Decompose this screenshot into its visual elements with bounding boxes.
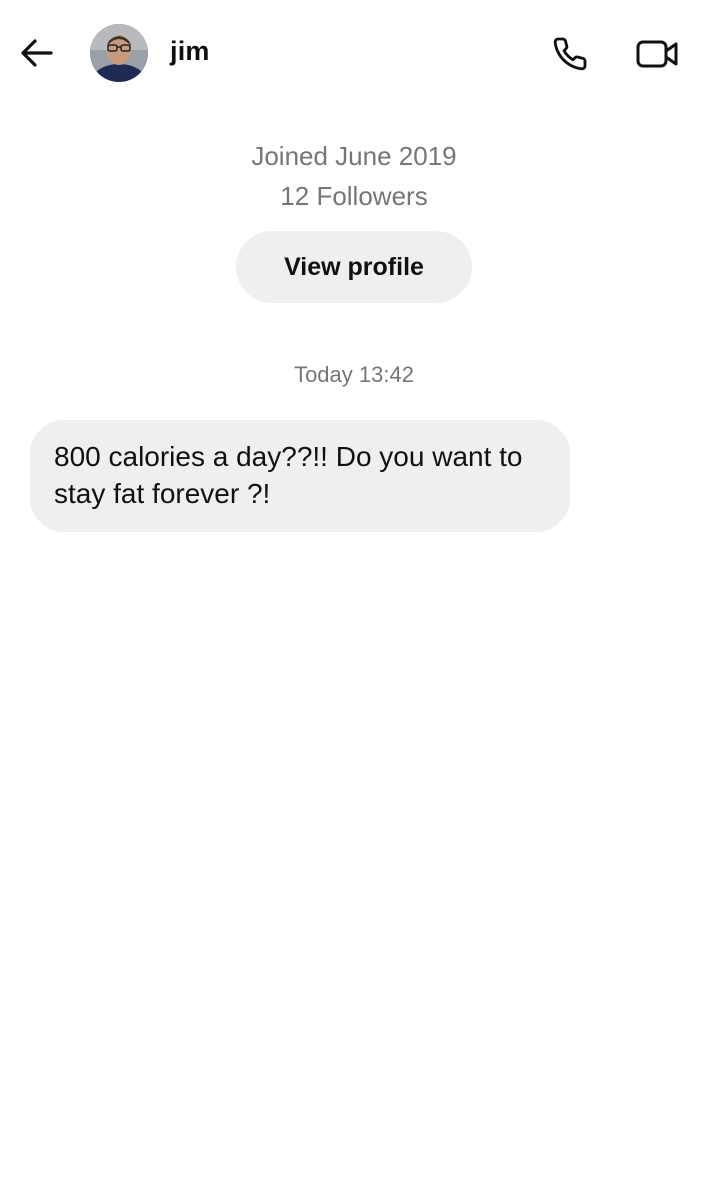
- message-bubble[interactable]: 800 calories a day??!! Do you want to st…: [30, 420, 570, 532]
- video-camera-icon: [636, 40, 678, 68]
- call-button[interactable]: [548, 32, 592, 76]
- arrow-left-icon: [21, 39, 53, 67]
- phone-icon: [553, 37, 587, 71]
- joined-date: Joined June 2019: [251, 141, 457, 171]
- avatar-photo: [90, 24, 148, 82]
- video-call-button[interactable]: [632, 32, 682, 76]
- followers-count: 12 Followers: [280, 181, 428, 211]
- chat-username[interactable]: jim: [170, 36, 210, 67]
- back-button[interactable]: [18, 34, 56, 72]
- view-profile-button[interactable]: View profile: [236, 231, 472, 303]
- message-timestamp: Today 13:42: [294, 362, 414, 387]
- profile-summary: Joined June 2019 12 Followers: [0, 136, 708, 216]
- avatar[interactable]: [90, 24, 148, 82]
- chat-header: jim: [0, 0, 708, 108]
